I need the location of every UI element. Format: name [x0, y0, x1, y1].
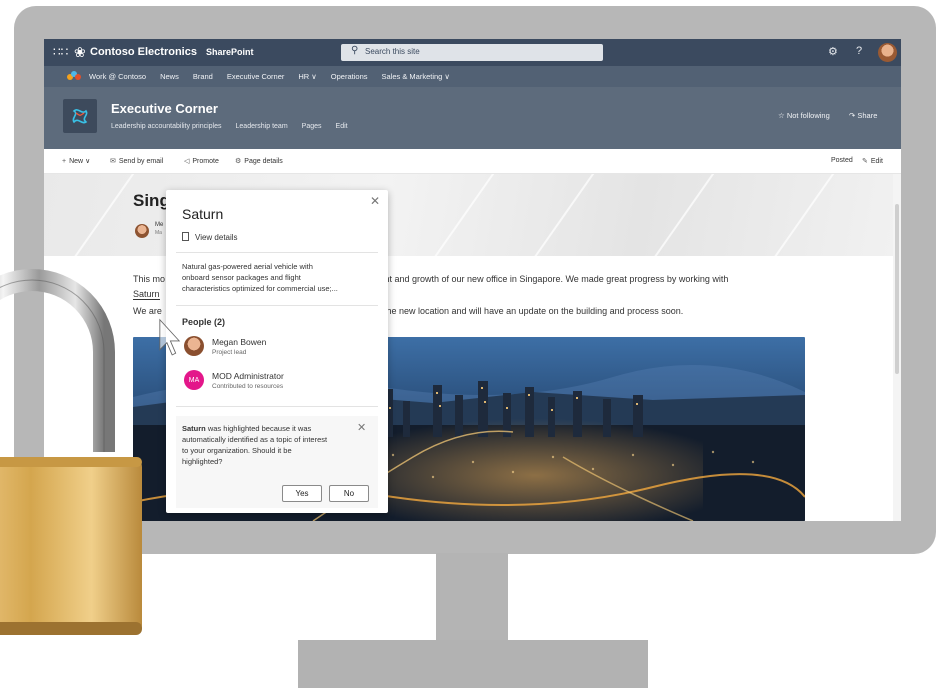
view-details-label: View details: [195, 233, 238, 242]
search-icon: ⚲: [351, 45, 359, 56]
promote-button[interactable]: ◁ Promote: [184, 157, 219, 165]
share-button[interactable]: ↷ Share: [849, 111, 877, 120]
author-date: Ma: [155, 230, 162, 236]
hub-item-executive-corner[interactable]: Executive Corner: [227, 72, 285, 81]
padlock-icon: [0, 269, 142, 635]
megaphone-icon: ◁: [184, 158, 190, 165]
new-button[interactable]: + New ∨: [62, 157, 90, 165]
article-title: Sing: [133, 191, 170, 210]
hub-item-operations[interactable]: Operations: [331, 72, 368, 81]
description-line: Natural gas-powered aerial vehicle with: [182, 262, 313, 271]
star-icon: ☆: [778, 111, 787, 120]
dismiss-icon[interactable]: ✕: [357, 421, 366, 434]
follow-label: Not following: [786, 111, 830, 120]
site-nav-leadership-principles[interactable]: Leadership accountability principles: [111, 123, 222, 130]
new-label: New: [69, 158, 84, 165]
settings-icon: ⚙: [235, 158, 242, 165]
search-placeholder: Search this site: [365, 47, 420, 56]
author-avatar[interactable]: [135, 224, 149, 238]
send-email-label: Send by email: [118, 158, 164, 165]
close-icon[interactable]: ✕: [370, 194, 380, 208]
follow-button[interactable]: ☆ Not following: [778, 111, 830, 120]
hub-item-news[interactable]: News: [160, 72, 179, 81]
description-line: characteristics optimized for commercial…: [182, 284, 338, 293]
person-avatar[interactable]: [184, 336, 204, 356]
person-avatar-initials[interactable]: MA: [184, 370, 204, 390]
description-line: onboard sensor packages and flight: [182, 273, 301, 282]
monitor-stand-base: [298, 640, 648, 688]
site-logo-icon[interactable]: [63, 99, 97, 133]
person-role: Project lead: [212, 349, 247, 356]
page-details-button[interactable]: ⚙ Page details: [235, 157, 283, 165]
gear-icon[interactable]: ⚙: [828, 45, 838, 58]
user-avatar[interactable]: [878, 43, 897, 62]
hub-logo-icon: [67, 71, 81, 82]
site-header: Executive Corner Leadership accountabili…: [44, 87, 901, 149]
plus-icon: +: [62, 158, 67, 165]
feedback-line: automatically identified as a topic of i…: [182, 435, 328, 444]
divider: [176, 406, 378, 407]
posted-status: Posted: [831, 157, 853, 164]
feedback-line: was highlighted because it was: [205, 424, 312, 433]
page-details-label: Page details: [244, 158, 283, 165]
hub-item-work[interactable]: Work @ Contoso: [89, 72, 146, 81]
hub-item-hr[interactable]: HR ∨: [298, 72, 316, 81]
mail-icon: ✉: [110, 158, 116, 165]
edit-button[interactable]: ✎ Edit: [862, 157, 883, 165]
site-nav-pages[interactable]: Pages: [302, 123, 322, 130]
feedback-line: highlighted?: [182, 457, 223, 466]
site-nav-leadership-team[interactable]: Leadership team: [236, 123, 288, 130]
contoso-logo-icon: ❀: [74, 44, 86, 60]
topic-hover-card: ✕ Saturn View details Natural gas-powere…: [166, 190, 388, 513]
yes-button[interactable]: Yes: [282, 485, 322, 502]
edit-label: Edit: [870, 158, 883, 165]
site-title: Executive Corner: [111, 101, 218, 116]
site-nav-edit[interactable]: Edit: [336, 123, 348, 130]
waffle-icon[interactable]: ∷∷: [53, 45, 68, 59]
hub-item-sales-marketing[interactable]: Sales & Marketing ∨: [381, 72, 449, 81]
scrollbar-thumb[interactable]: [895, 204, 899, 374]
person-name[interactable]: Megan Bowen: [212, 337, 266, 347]
body-line-3-end: the new location and will have an update…: [384, 306, 684, 316]
brand-name[interactable]: Contoso Electronics: [90, 46, 197, 58]
body-line-1-end: ment and growth of our new office in Sin…: [372, 274, 729, 284]
hub-navigation: Work @ Contoso News Brand Executive Corn…: [44, 66, 901, 87]
promote-label: Promote: [192, 158, 219, 165]
topic-description: Natural gas-powered aerial vehicle with …: [182, 261, 372, 294]
hub-item-brand[interactable]: Brand: [193, 72, 213, 81]
suite-bar: ∷∷ ❀ Contoso Electronics SharePoint ⚲ Se…: [44, 39, 901, 66]
app-name[interactable]: SharePoint: [206, 47, 254, 57]
mouse-cursor-icon: [159, 318, 181, 356]
feedback-message: Saturn was highlighted because it was au…: [182, 423, 342, 467]
search-input[interactable]: ⚲ Search this site: [341, 44, 603, 61]
pencil-icon: ✎: [862, 158, 868, 165]
sharepoint-screen: ∷∷ ❀ Contoso Electronics SharePoint ⚲ Se…: [44, 39, 901, 521]
person-role: Contributed to resources: [212, 383, 284, 390]
author-name[interactable]: Me: [155, 222, 163, 228]
no-button[interactable]: No: [329, 485, 369, 502]
send-by-email-button[interactable]: ✉ Send by email: [110, 157, 163, 165]
feedback-line: to your organization. Should it be: [182, 446, 292, 455]
monitor-stand-neck: [436, 553, 508, 645]
view-details-link[interactable]: View details: [182, 232, 238, 242]
topic-title: Saturn: [182, 206, 224, 222]
divider: [176, 305, 378, 306]
page-scrollbar[interactable]: [893, 174, 901, 521]
chevron-down-icon: ∨: [85, 158, 91, 165]
feedback-topic: Saturn: [182, 424, 206, 433]
person-name[interactable]: MOD Administrator: [212, 371, 284, 381]
document-icon: [182, 232, 189, 241]
share-label: Share: [857, 111, 878, 120]
divider: [176, 252, 378, 253]
monitor-scene: ∷∷ ❀ Contoso Electronics SharePoint ⚲ Se…: [0, 0, 942, 688]
command-bar: + New ∨ ✉ Send by email ◁ Promote ⚙ Page det…: [44, 149, 901, 174]
help-icon[interactable]: ?: [856, 45, 862, 57]
highlight-feedback-panel: Saturn was highlighted because it was au…: [176, 416, 378, 508]
people-heading: People (2): [182, 317, 226, 327]
